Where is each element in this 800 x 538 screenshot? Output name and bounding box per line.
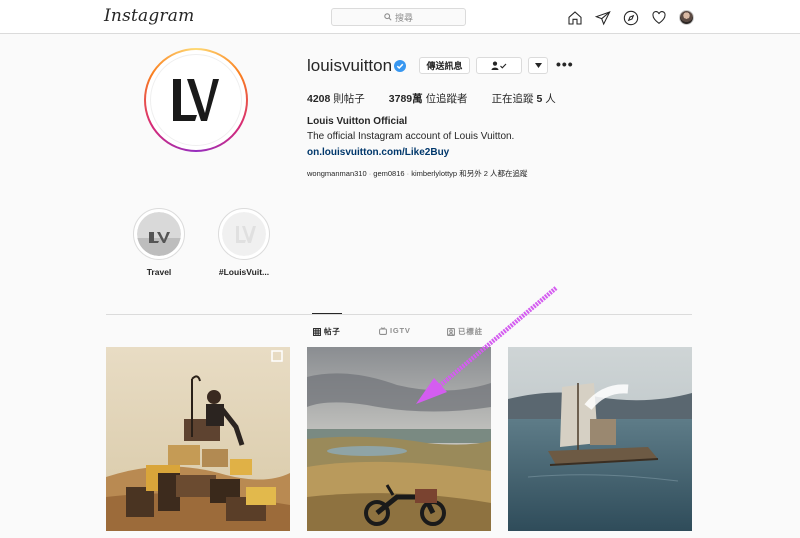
annotation-arrow bbox=[416, 286, 558, 404]
